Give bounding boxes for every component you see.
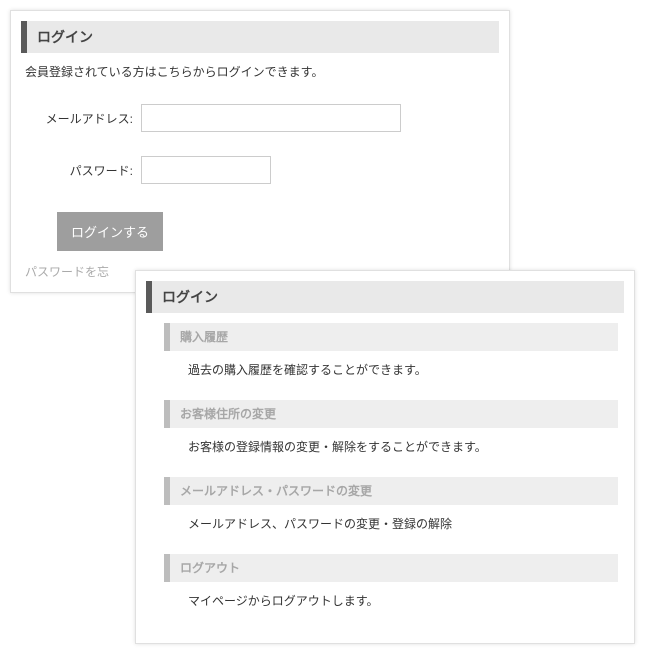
password-input[interactable]: [141, 156, 271, 184]
email-input[interactable]: [141, 104, 401, 132]
login-actions: ログインする: [57, 212, 499, 251]
mypage-panel: ログイン 購入履歴 過去の購入履歴を確認することができます。 お客様住所の変更 …: [135, 270, 635, 644]
login-button[interactable]: ログインする: [57, 212, 163, 251]
mypage-title: ログイン: [146, 281, 624, 313]
forgot-password-link[interactable]: パスワードを忘: [25, 263, 109, 280]
password-row: パスワード:: [21, 156, 499, 184]
login-title: ログイン: [21, 21, 499, 53]
password-label: パスワード:: [21, 162, 141, 179]
section-purchase-history[interactable]: 購入履歴: [164, 323, 618, 351]
section-logout-text: マイページからログアウトします。: [188, 592, 618, 609]
login-instruction: 会員登録されている方はこちらからログインできます。: [25, 63, 499, 80]
section-credentials-change-text: メールアドレス、パスワードの変更・登録の解除: [188, 515, 618, 532]
section-logout[interactable]: ログアウト: [164, 554, 618, 582]
section-address-change[interactable]: お客様住所の変更: [164, 400, 618, 428]
email-label: メールアドレス:: [21, 110, 141, 127]
mypage-sections: 購入履歴 過去の購入履歴を確認することができます。 お客様住所の変更 お客様の登…: [146, 323, 624, 609]
section-credentials-change[interactable]: メールアドレス・パスワードの変更: [164, 477, 618, 505]
email-row: メールアドレス:: [21, 104, 499, 132]
login-panel: ログイン 会員登録されている方はこちらからログインできます。 メールアドレス: …: [10, 10, 510, 293]
section-purchase-history-text: 過去の購入履歴を確認することができます。: [188, 361, 618, 378]
section-address-change-text: お客様の登録情報の変更・解除をすることができます。: [188, 438, 618, 455]
